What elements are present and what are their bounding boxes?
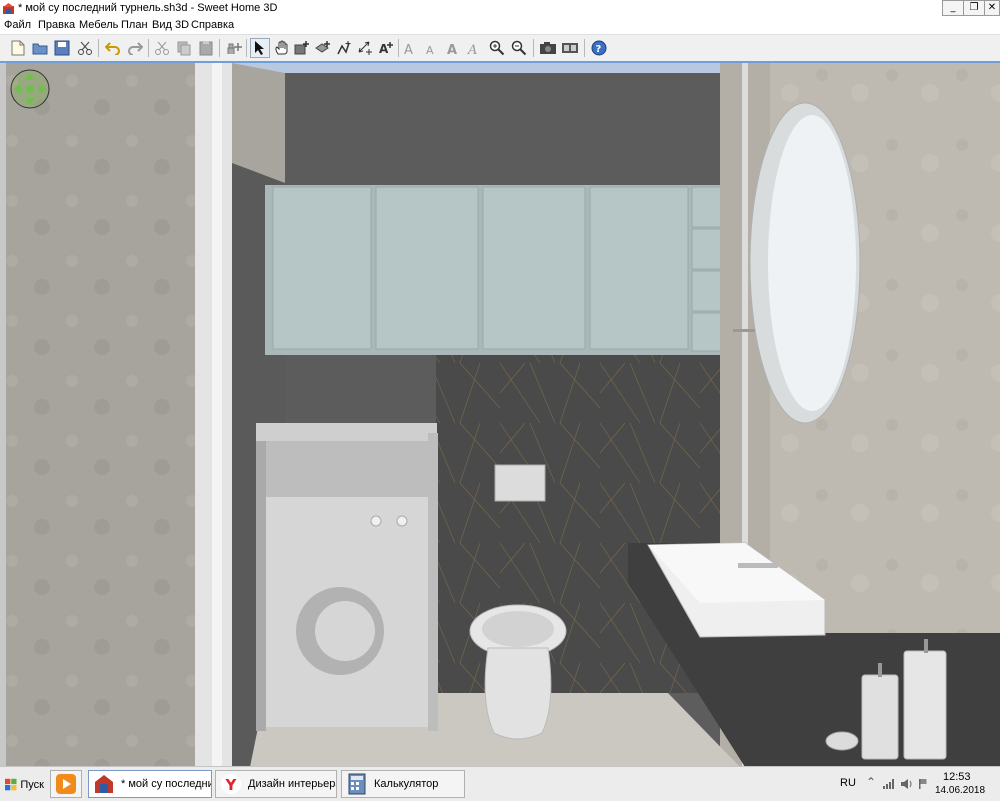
task-label: Калькулятор <box>374 778 439 790</box>
navigation-arrows-widget[interactable] <box>10 69 50 112</box>
create-dimensions-icon[interactable] <box>355 38 375 58</box>
taskbar-item-yandex[interactable]: Y Дизайн интерьера ... <box>215 770 337 798</box>
menu-plan[interactable]: План <box>121 19 148 31</box>
bold-text-icon[interactable]: A <box>443 38 463 58</box>
svg-text:?: ? <box>596 44 602 55</box>
system-tray: RU ⌃ 12:53 14.06.2018 <box>830 767 1000 801</box>
pan-hand-icon[interactable] <box>272 38 292 58</box>
create-walls-icon[interactable] <box>292 38 312 58</box>
task-label: * мой су последни... <box>121 778 212 790</box>
toolbar-separator <box>148 39 149 57</box>
undo-icon[interactable] <box>103 38 123 58</box>
title-bar: * мой су последний турнель.sh3d - Sweet … <box>0 0 1000 18</box>
minimize-button[interactable]: _ <box>942 0 964 16</box>
menu-3d-view[interactable]: Вид 3D <box>152 19 189 31</box>
menu-file[interactable]: Файл <box>4 19 31 31</box>
svg-text:A: A <box>467 43 477 56</box>
zoom-in-icon[interactable] <box>487 38 507 58</box>
paste-icon[interactable] <box>196 38 216 58</box>
flag-icon[interactable] <box>918 778 928 790</box>
menu-help[interactable]: Справка <box>191 19 234 31</box>
svg-text:A: A <box>426 44 434 56</box>
svg-text:A: A <box>379 42 389 56</box>
toolbar-separator <box>219 39 220 57</box>
toolbar-separator <box>98 39 99 57</box>
sweet-home-3d-icon <box>95 775 113 793</box>
yandex-browser-icon: Y <box>221 774 241 794</box>
decrease-text-icon[interactable]: A <box>421 38 441 58</box>
taskbar-item-sweet-home[interactable]: * мой су последни... <box>88 770 212 798</box>
navigation-arrows-icon[interactable] <box>10 69 50 109</box>
3d-scene[interactable] <box>0 63 1000 767</box>
menu-edit[interactable]: Правка <box>38 19 75 31</box>
taskbar-item-calculator[interactable]: Калькулятор <box>341 770 465 798</box>
toolbar-separator <box>584 39 585 57</box>
create-rooms-icon[interactable] <box>313 38 333 58</box>
svg-text:Y: Y <box>225 776 238 794</box>
create-video-icon[interactable] <box>560 38 580 58</box>
close-button[interactable]: ✕ <box>984 0 1000 16</box>
3d-view[interactable] <box>0 61 1000 767</box>
media-player-task[interactable] <box>50 770 82 798</box>
media-player-icon <box>56 774 76 794</box>
network-icon[interactable] <box>882 778 896 790</box>
window-title: * мой су последний турнель.sh3d - Sweet … <box>18 2 278 14</box>
new-file-icon[interactable] <box>8 38 28 58</box>
cut-icon[interactable] <box>152 38 172 58</box>
italic-text-icon[interactable]: A <box>464 38 484 58</box>
menu-furniture[interactable]: Мебель <box>79 19 118 31</box>
zoom-out-icon[interactable] <box>509 38 529 58</box>
create-polylines-icon[interactable] <box>334 38 354 58</box>
clock-date[interactable]: 14.06.2018 <box>935 785 985 796</box>
sweet-home-3d-app-icon <box>3 3 14 14</box>
start-label: Пуск <box>20 779 44 791</box>
add-text-icon[interactable]: A <box>376 38 396 58</box>
redo-icon[interactable] <box>125 38 145 58</box>
toolbar: A A A A A ? <box>0 34 1000 62</box>
restore-button[interactable]: ❐ <box>963 0 985 16</box>
task-label: Дизайн интерьера ... <box>248 778 337 790</box>
create-photo-icon[interactable] <box>538 38 558 58</box>
add-furniture-icon[interactable] <box>224 38 244 58</box>
menu-bar: Файл Правка Мебель План Вид 3D Справка <box>0 17 1000 34</box>
volume-icon[interactable] <box>900 778 914 790</box>
toolbar-separator <box>533 39 534 57</box>
svg-text:A: A <box>447 43 457 56</box>
svg-text:A: A <box>404 43 413 56</box>
select-cursor-icon[interactable] <box>250 38 270 58</box>
calculator-icon <box>348 773 366 795</box>
taskbar: Пуск * мой су последни... Y Дизайн интер… <box>0 766 1000 801</box>
toolbar-separator <box>398 39 399 57</box>
toolbar-separator <box>246 39 247 57</box>
help-icon[interactable]: ? <box>589 38 609 58</box>
windows-logo-icon <box>5 778 17 791</box>
show-hidden-icons-icon[interactable]: ⌃ <box>866 775 876 789</box>
increase-text-icon[interactable]: A <box>400 38 420 58</box>
clock-time[interactable]: 12:53 <box>943 771 971 783</box>
save-icon[interactable] <box>52 38 72 58</box>
cut-preferences-icon[interactable] <box>75 38 95 58</box>
open-icon[interactable] <box>30 38 50 58</box>
copy-icon[interactable] <box>174 38 194 58</box>
start-button[interactable]: Пуск <box>2 773 44 797</box>
language-indicator[interactable]: RU <box>840 777 856 789</box>
